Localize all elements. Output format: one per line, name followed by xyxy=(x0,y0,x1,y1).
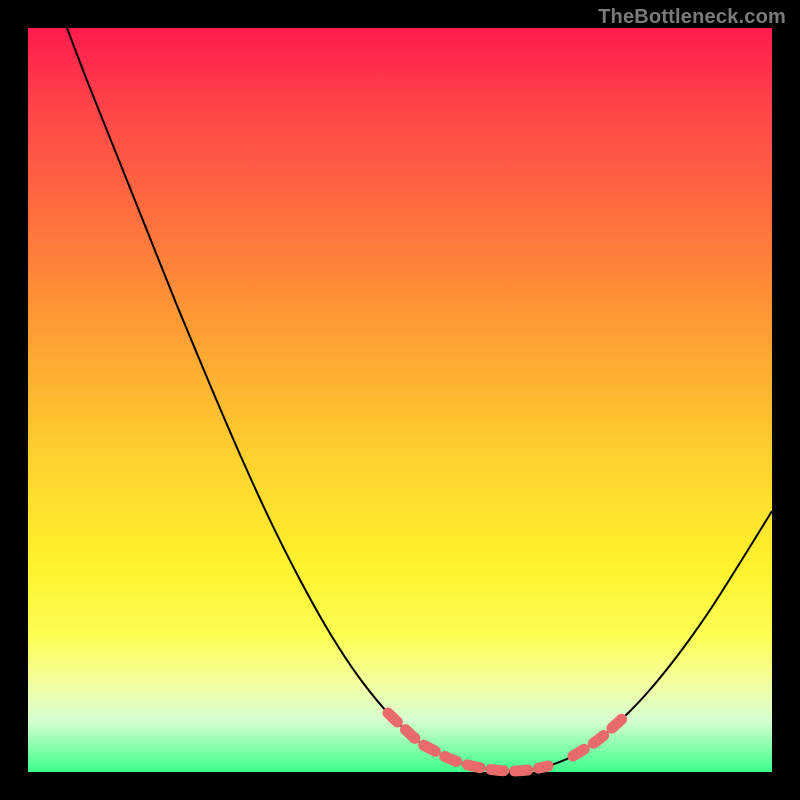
plot-area xyxy=(28,28,772,772)
attribution-text: TheBottleneck.com xyxy=(598,6,786,29)
valley-floor-highlight xyxy=(388,713,548,771)
plot-svg xyxy=(28,28,772,772)
right-slope-highlight xyxy=(573,718,623,756)
bottleneck-curve xyxy=(67,28,772,771)
